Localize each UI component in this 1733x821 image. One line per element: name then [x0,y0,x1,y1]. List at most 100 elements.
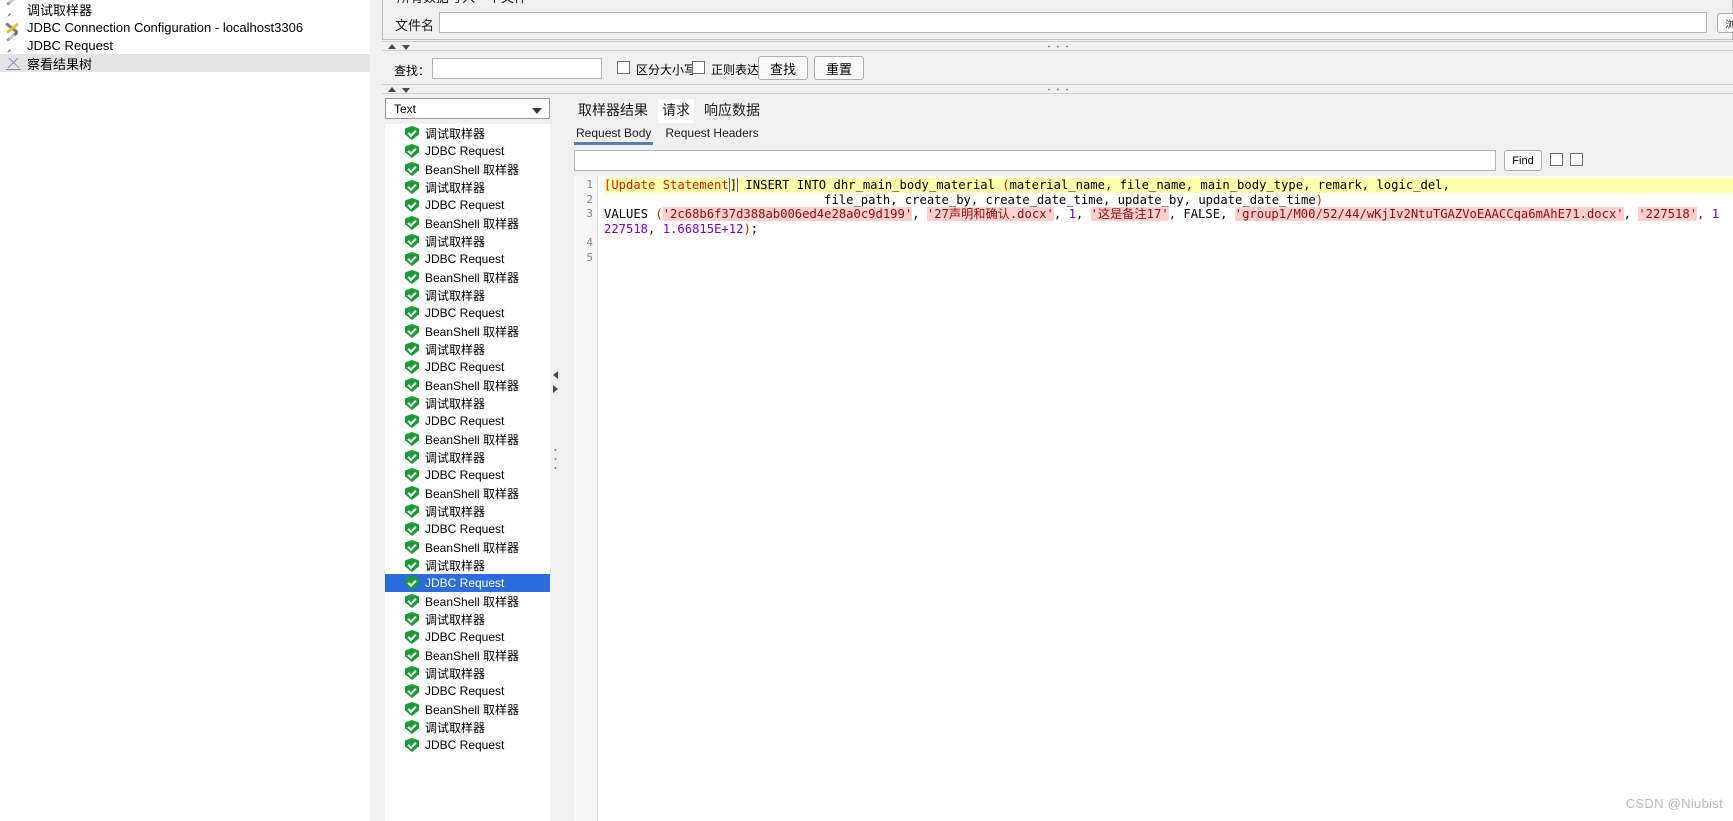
collapse-up-icon[interactable] [388,87,396,92]
renderer-select[interactable]: Text [385,98,550,119]
success-shield-icon [405,324,419,338]
list-item[interactable]: JDBC Request [385,196,550,214]
detail-tab[interactable]: 取样器结果 [574,99,652,123]
splitter-top[interactable] [382,41,1733,51]
splitter-middle[interactable] [382,84,1733,94]
vertical-splitter[interactable] [552,96,560,821]
results-area: Text 调试取样器 JDBC Request BeanShell 取样器 调试取样器… [382,96,1733,821]
success-shield-icon [405,162,419,176]
list-item[interactable]: 调试取样器 [385,610,550,628]
success-shield-icon [405,522,419,536]
success-shield-icon [405,540,419,554]
line-number: 1 [586,178,593,191]
list-item[interactable]: JDBC Request [385,628,550,646]
success-shield-icon [405,504,419,518]
detail-tabs[interactable]: 取样器结果 请求 响应数据 [570,99,764,123]
list-item[interactable]: 调试取样器 [385,664,550,682]
success-shield-icon [405,702,419,716]
collapse-down-icon[interactable] [402,88,410,93]
detail-tab[interactable]: 请求 [658,99,694,123]
list-item-label: BeanShell 取样器 [425,432,520,447]
collapse-down-icon[interactable] [402,45,410,50]
list-item-label: BeanShell 取样器 [425,162,520,177]
list-item-label: 调试取样器 [425,180,486,195]
list-item-label: JDBC Request [425,738,505,752]
list-item[interactable]: 调试取样器 [385,556,550,574]
list-item[interactable]: BeanShell 取样器 [385,646,550,664]
test-plan-item-view-results-tree[interactable]: 察看结果树 [0,54,370,72]
list-item[interactable]: JDBC Request [385,142,550,160]
list-item[interactable]: JDBC Request [385,358,550,376]
code-token: , [1075,207,1091,222]
collapse-right-icon[interactable] [553,384,558,393]
list-item[interactable]: 调试取样器 [385,340,550,358]
list-item[interactable]: JDBC Request [385,574,550,592]
list-item[interactable]: JDBC Request [385,682,550,700]
list-item[interactable]: BeanShell 取样器 [385,376,550,394]
list-item[interactable]: JDBC Request [385,304,550,322]
success-shield-icon [405,684,419,698]
request-body-viewer[interactable]: 12345 [Update Statement] INSERT INTO dhr… [574,176,1733,821]
collapse-left-icon[interactable] [553,370,558,379]
result-tree-icon [6,55,22,71]
find-input[interactable] [574,150,1496,171]
list-item[interactable]: 调试取样器 [385,502,550,520]
list-item[interactable]: 调试取样器 [385,124,550,142]
list-item[interactable]: 调试取样器 [385,448,550,466]
list-item-label: JDBC Request [425,306,505,320]
code-line: [Update Statement] INSERT INTO dhr_main_… [604,178,1733,193]
detail-tab[interactable]: 响应数据 [700,99,764,123]
success-shield-icon [405,630,419,644]
find-case-checkbox[interactable] [1550,153,1563,166]
list-item[interactable]: JDBC Request [385,736,550,754]
case-sensitive-checkbox[interactable] [617,61,630,74]
test-plan-tree[interactable]: 调试取样器 JDBC Connection Configuration - lo… [0,0,370,821]
list-item[interactable]: BeanShell 取样器 [385,700,550,718]
list-item[interactable]: BeanShell 取样器 [385,214,550,232]
find-button[interactable]: Find [1504,150,1542,171]
sql-code-content[interactable]: [Update Statement] INSERT INTO dhr_main_… [598,176,1733,821]
collapse-up-icon[interactable] [388,44,396,49]
search-find-button[interactable]: 查找 [758,56,808,80]
line-number: 5 [586,250,593,264]
list-item-label: BeanShell 取样器 [425,486,520,501]
list-item[interactable]: JDBC Request [385,412,550,430]
code-token: ( [655,207,663,222]
sampler-result-list[interactable]: 调试取样器 JDBC Request BeanShell 取样器 调试取样器 JDBC … [385,124,550,821]
success-shield-icon [405,396,419,410]
browse-button[interactable]: 浏览... [1717,13,1733,33]
request-sub-tab[interactable]: Request Headers [663,125,760,145]
list-item[interactable]: JDBC Request [385,520,550,538]
list-item[interactable]: BeanShell 取样器 [385,484,550,502]
pencil-icon [6,1,22,17]
code-token: 1.66815E+12 [662,221,744,236]
code-token: '27声明和确认.docx' [926,207,1054,222]
list-item[interactable]: BeanShell 取样器 [385,538,550,556]
regex-checkbox[interactable] [692,61,705,74]
list-item[interactable]: 调试取样器 [385,178,550,196]
list-item-label: BeanShell 取样器 [425,378,520,393]
filename-input[interactable] [439,12,1707,33]
list-item[interactable]: JDBC Request [385,250,550,268]
test-plan-item-jdbc-connection-config[interactable]: JDBC Connection Configuration - localhos… [0,18,370,36]
find-regex-checkbox[interactable] [1570,153,1583,166]
search-input[interactable] [432,58,602,79]
list-item[interactable]: BeanShell 取样器 [385,430,550,448]
request-sub-tab[interactable]: Request Body [574,125,654,145]
list-item[interactable]: 调试取样器 [385,286,550,304]
list-item[interactable]: 调试取样器 [385,232,550,250]
test-plan-item-debug-sampler[interactable]: 调试取样器 [0,0,370,18]
list-item[interactable]: JDBC Request [385,466,550,484]
request-sub-tabs[interactable]: Request Body Request Headers [574,125,761,145]
list-item[interactable]: BeanShell 取样器 [385,160,550,178]
list-item[interactable]: 调试取样器 [385,394,550,412]
list-item[interactable]: BeanShell 取样器 [385,322,550,340]
test-plan-item-jdbc-request[interactable]: JDBC Request [0,36,370,54]
success-shield-icon [405,144,419,158]
list-item[interactable]: BeanShell 取样器 [385,268,550,286]
list-item[interactable]: 调试取样器 [385,718,550,736]
list-item[interactable]: BeanShell 取样器 [385,592,550,610]
list-item-label: 调试取样器 [425,450,486,465]
search-reset-button[interactable]: 重置 [814,56,864,80]
